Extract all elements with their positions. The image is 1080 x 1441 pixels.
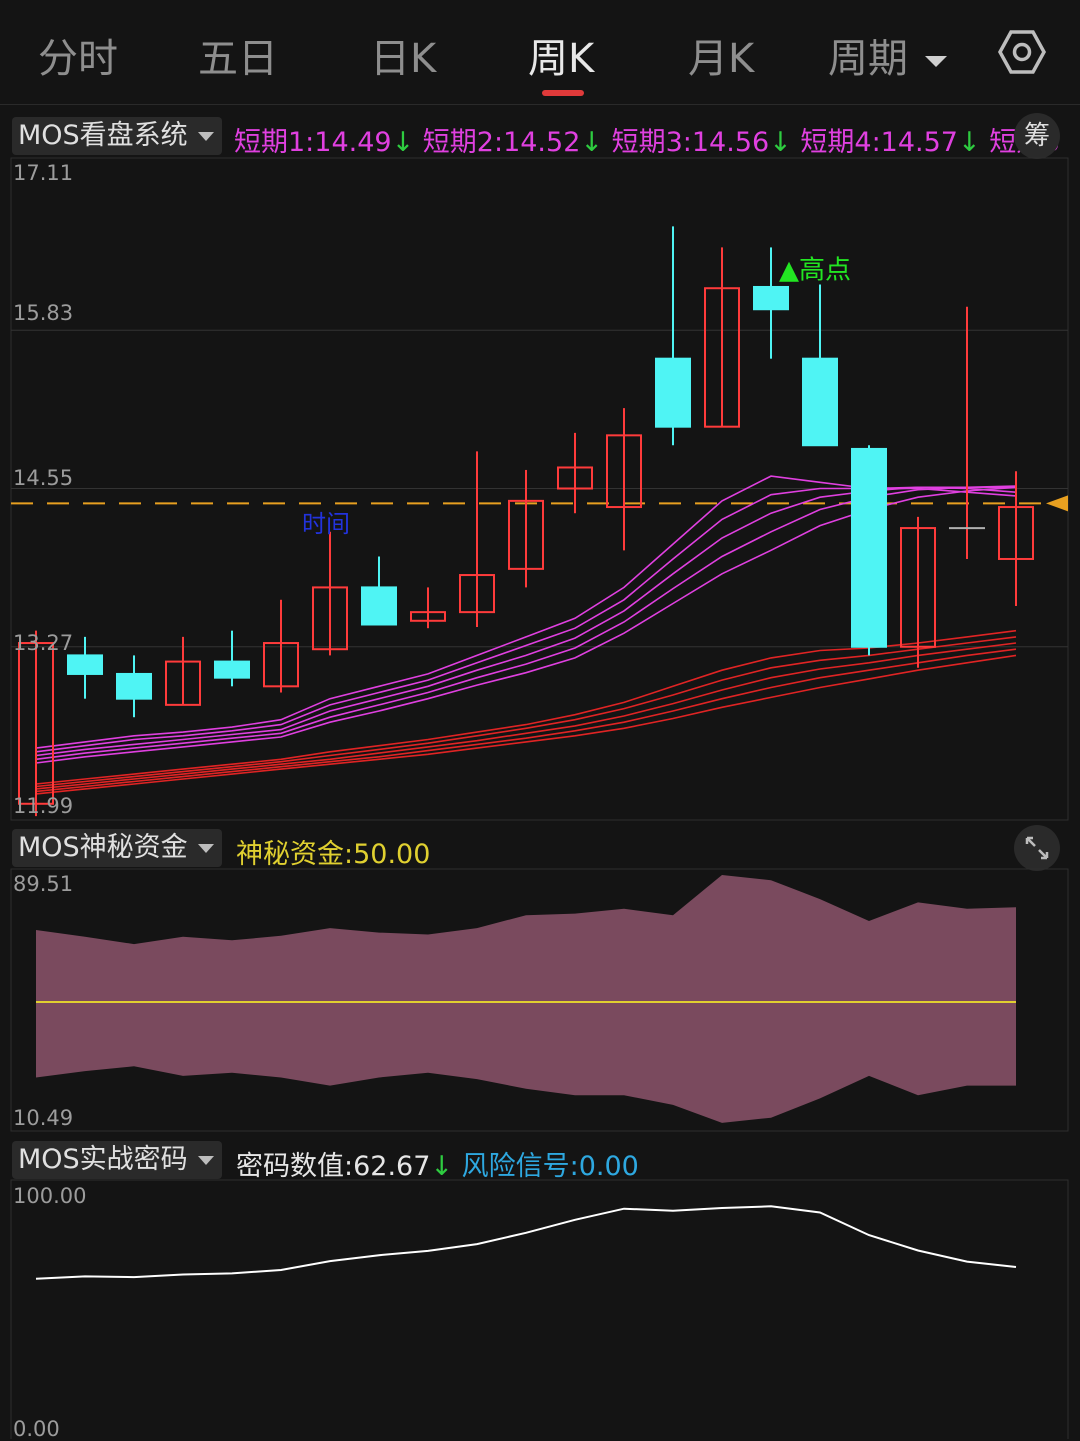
chip-distribution-button[interactable]: 筹 <box>1014 113 1060 159</box>
tab-period-label: 周期 <box>828 36 908 82</box>
gear-icon[interactable] <box>998 28 1046 76</box>
chevron-down-icon <box>197 844 214 853</box>
chevron-down-icon <box>924 55 947 67</box>
candle-body <box>753 285 789 311</box>
plot-frame <box>10 1179 1069 1439</box>
tab-weekly-k[interactable]: 周K <box>528 26 594 84</box>
y-axis-label: 11.99 <box>13 794 74 818</box>
code-legend: 密码数值:62.67↓ 风险信号:0.00 <box>236 1144 639 1183</box>
tab-intraday[interactable]: 分时 <box>38 26 118 84</box>
candle-body <box>116 672 152 700</box>
chevron-down-icon <box>197 132 214 141</box>
candlestick-chart: ▲高点时间 <box>10 157 1069 821</box>
candle-body <box>361 586 397 626</box>
ma-legend-item: 短期1:14.49↓ <box>234 127 415 158</box>
tab-five-day[interactable]: 五日 <box>198 26 278 84</box>
risk-legend-item: 风险信号:0.00 <box>461 1151 639 1182</box>
y-axis-label: 0.00 <box>13 1417 60 1441</box>
indicator-select-code[interactable]: MOS实战密码 <box>12 1141 222 1179</box>
tab-period-dropdown[interactable]: 周期 <box>828 26 947 84</box>
mystery-fund-area <box>36 875 1016 1123</box>
ma-legend-item: 短期4:14.57↓ <box>800 127 981 158</box>
time-annotation: 时间 <box>302 510 350 538</box>
tab-daily-k[interactable]: 日K <box>370 26 436 84</box>
y-axis-label: 15.83 <box>13 301 74 325</box>
y-axis-label: 10.49 <box>13 1106 74 1130</box>
candle-body <box>214 660 250 679</box>
y-axis-label: 100.00 <box>13 1184 87 1208</box>
active-tab-indicator <box>542 90 584 96</box>
period-tab-bar: 分时 五日 日K 周K 月K 周期 <box>0 0 1080 105</box>
candle-body <box>851 447 887 648</box>
code-legend-item: 密码数值:62.67↓ <box>236 1151 454 1182</box>
reference-price-marker <box>1046 495 1068 512</box>
indicator-select-code-label: MOS实战密码 <box>18 1144 188 1175</box>
high-point-annotation: ▲高点 <box>779 255 851 285</box>
y-axis-label: 17.11 <box>13 161 74 185</box>
y-axis-label: 89.51 <box>13 872 74 896</box>
ma-legend-item: 短期2:14.52↓ <box>422 127 603 158</box>
candle-body <box>655 357 691 428</box>
tab-monthly-k[interactable]: 月K <box>688 26 754 84</box>
indicator-select-main[interactable]: MOS看盘系统 <box>12 117 222 155</box>
code-value-line <box>35 1205 1017 1280</box>
y-axis-label: 13.27 <box>13 631 74 655</box>
candle-body <box>67 654 103 675</box>
indicator-select-mystery[interactable]: MOS神秘资金 <box>12 829 222 867</box>
mystery-fund-chart <box>10 868 1069 1132</box>
combat-code-chart <box>10 1179 1069 1439</box>
indicator-select-main-label: MOS看盘系统 <box>18 120 188 151</box>
candle-body <box>802 357 838 447</box>
indicator-select-mystery-label: MOS神秘资金 <box>18 832 188 863</box>
expand-icon[interactable] <box>1014 825 1060 871</box>
mystery-legend: 神秘资金:50.00 <box>236 839 431 870</box>
ma-legend-item: 短期3:14.56↓ <box>611 127 792 158</box>
ma-legend: 短期1:14.49↓ 短期2:14.52↓ 短期3:14.56↓ 短期4:14.… <box>234 120 1060 159</box>
chevron-down-icon <box>197 1156 214 1165</box>
y-axis-label: 14.55 <box>13 466 74 490</box>
